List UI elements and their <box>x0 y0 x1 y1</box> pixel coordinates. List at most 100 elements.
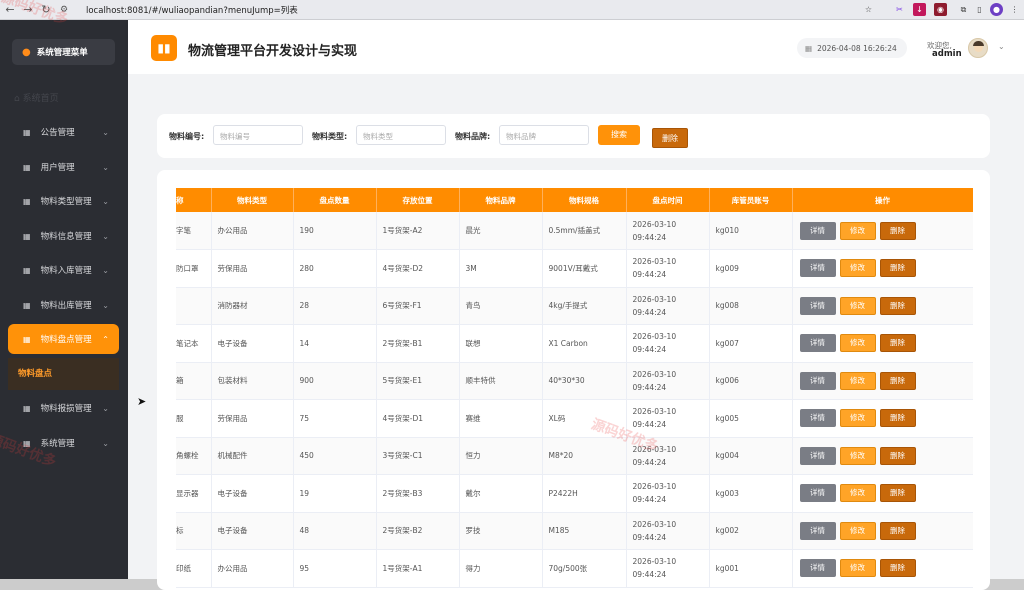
check-time-cell: 2026-03-10 09:44:24 <box>626 362 710 400</box>
delete-button[interactable]: 删除 <box>879 446 916 465</box>
sidebar-item-label: 物料报损管理 <box>40 404 92 414</box>
batch-delete-button[interactable]: 删除 <box>652 128 688 148</box>
detail-button[interactable]: 详情 <box>799 559 836 578</box>
cell-type: 消防器材 <box>211 287 294 325</box>
edit-button[interactable]: 修改 <box>839 259 876 278</box>
delete-button[interactable]: 删除 <box>879 559 916 578</box>
sidebar-item-users[interactable]: ▦ 用户管理 ⌄ <box>8 152 119 182</box>
check-time-cell: 2026-03-10 09:44:24 <box>626 249 710 288</box>
sidebar-item-material-outbound[interactable]: ▦ 物料出库管理 ⌄ <box>8 290 119 320</box>
address-bar[interactable]: localhost:8081/#/wuliaopandian?menuJump=… <box>86 4 298 16</box>
sidebar-item-home[interactable]: ⌂ 系统首页 <box>14 91 59 104</box>
sidebar-item-material-info[interactable]: ▦ 物料信息管理 ⌄ <box>8 221 119 251</box>
detail-button[interactable]: 详情 <box>799 259 836 278</box>
detail-button[interactable]: 详情 <box>799 521 836 540</box>
delete-button[interactable]: 删除 <box>879 259 916 278</box>
table-scroll-area[interactable]: 称物料类型 盘点数量 存放位置 物料品牌 物料规格 盘点时间 库管员账号 操作 字笔 办公用品 1… <box>176 188 973 590</box>
extension-avatar-icon[interactable]: ◉ <box>934 3 947 16</box>
avatar[interactable] <box>968 38 988 58</box>
cell-name: 印纸 <box>176 549 212 588</box>
edit-button[interactable]: 修改 <box>839 521 876 540</box>
table-row: 服劳保用品 75 4号货架-D1 赛维 XL码 2026-03-10 09:44:24 kg0… <box>176 399 973 438</box>
sidebar-title-label: 系统管理菜单 <box>36 48 88 58</box>
cell-name: 箱 <box>176 362 212 400</box>
profile-icon[interactable]: ● <box>990 3 1003 16</box>
detail-button[interactable]: 详情 <box>799 446 836 465</box>
extension-download-icon[interactable]: ↓ <box>913 3 926 16</box>
brand-label: 物料品牌: <box>455 132 491 141</box>
edit-button[interactable]: 修改 <box>839 559 876 578</box>
edit-button[interactable]: 修改 <box>839 371 876 390</box>
check-time-cell: 2026-03-10 09:44:24 <box>626 287 710 325</box>
delete-button[interactable]: 删除 <box>879 371 916 390</box>
cell-name: 笔记本 <box>176 324 212 363</box>
username: admin <box>932 49 962 59</box>
extensions-puzzle-icon[interactable]: ⧉ <box>957 3 970 16</box>
sidebar-item-inventory-check[interactable]: ▦ 物料盘点管理 ⌃ <box>8 324 119 354</box>
edit-button[interactable]: 修改 <box>839 334 876 353</box>
sidebar-item-announcements[interactable]: ▦ 公告管理 ⌄ <box>8 117 119 147</box>
column-header: 操作 <box>792 188 973 212</box>
edit-button[interactable]: 修改 <box>839 446 876 465</box>
sidebar-item-label: 公告管理 <box>40 128 75 138</box>
delete-button[interactable]: 删除 <box>879 521 916 540</box>
cell-qty: 75 <box>293 399 377 438</box>
check-time: 09:44:24 <box>632 457 667 467</box>
actions-cell: 详情 修改 删除 <box>792 549 973 588</box>
table-row: 消防器材 28 6号货架-F1 青鸟 4kg/手提式 2026-03-10 09:44:24… <box>176 287 973 325</box>
delete-button[interactable]: 删除 <box>879 484 916 503</box>
grid-icon: ▦ <box>23 162 31 172</box>
chevron-down-icon: ⌄ <box>102 162 109 172</box>
cell-acct: kg009 <box>709 249 793 288</box>
actions-cell: 详情 修改 删除 <box>792 287 973 325</box>
cell-spec: M185 <box>542 512 627 550</box>
detail-button[interactable]: 详情 <box>799 221 836 240</box>
delete-button[interactable]: 删除 <box>879 334 916 353</box>
sidebar: ● 系统管理菜单 ⌂ 系统首页 ▦ 公告管理 ⌄ ▦ 用户管理 ⌄ ▦ 物料类型管理 ⌄ ▦… <box>0 20 128 579</box>
material-type-input[interactable]: 物料类型 <box>356 125 446 145</box>
sidebar-item-material-types[interactable]: ▦ 物料类型管理 ⌄ <box>8 186 119 216</box>
sidebar-item-material-inbound[interactable]: ▦ 物料入库管理 ⌄ <box>8 255 119 285</box>
cell-qty: 48 <box>293 512 377 550</box>
star-icon[interactable]: ☆ <box>862 3 875 16</box>
detail-button[interactable]: 详情 <box>799 484 836 503</box>
detail-button[interactable]: 详情 <box>799 334 836 353</box>
cell-loc: 4号货架-D1 <box>376 399 460 438</box>
check-time-cell: 2026-03-10 09:44:24 <box>626 324 710 363</box>
edit-button[interactable]: 修改 <box>839 409 876 428</box>
check-date: 2026-03-10 <box>632 219 677 229</box>
chevron-down-icon[interactable]: ⌄ <box>998 42 1005 51</box>
sidepanel-icon[interactable]: ▯ <box>973 3 986 16</box>
grid-icon: ▦ <box>23 403 31 413</box>
cell-name: 标 <box>176 512 212 550</box>
cell-loc: 2号货架-B1 <box>376 324 460 363</box>
sidebar-item-label: 用户管理 <box>40 163 75 173</box>
delete-button[interactable]: 删除 <box>879 296 916 315</box>
cell-spec: 4kg/手提式 <box>542 287 627 325</box>
edit-button[interactable]: 修改 <box>839 221 876 240</box>
mouse-cursor-icon: ➤ <box>137 395 147 408</box>
delete-button[interactable]: 删除 <box>879 409 916 428</box>
cell-acct: kg003 <box>709 474 793 513</box>
detail-button[interactable]: 详情 <box>799 296 836 315</box>
table-row: 箱包装材料 900 5号货架-E1 顺丰特供 40*30*30 2026-03-10 09:… <box>176 362 973 400</box>
search-button[interactable]: 搜索 <box>598 125 640 145</box>
actions-cell: 详情 修改 删除 <box>792 212 973 250</box>
cell-acct: kg008 <box>709 287 793 325</box>
sidebar-subitem-inventory-check[interactable]: 物料盘点 <box>8 358 119 390</box>
browser-menu-icon[interactable]: ⋮ <box>1008 3 1021 16</box>
material-code-input[interactable]: 物料编号 <box>213 125 303 145</box>
sidebar-item-material-loss[interactable]: ▦ 物料报损管理 ⌄ <box>8 393 119 423</box>
check-time: 09:44:24 <box>632 420 667 430</box>
edit-button[interactable]: 修改 <box>839 296 876 315</box>
check-time-cell: 2026-03-10 09:44:24 <box>626 549 710 588</box>
detail-button[interactable]: 详情 <box>799 371 836 390</box>
edit-button[interactable]: 修改 <box>839 484 876 503</box>
material-brand-input[interactable]: 物料品牌 <box>499 125 589 145</box>
check-date: 2026-03-10 <box>632 482 677 492</box>
delete-button[interactable]: 删除 <box>879 221 916 240</box>
extension-scissors-icon[interactable]: ✂ <box>893 3 906 16</box>
cell-qty: 900 <box>293 362 377 400</box>
cell-qty: 280 <box>293 249 377 288</box>
detail-button[interactable]: 详情 <box>799 409 836 428</box>
